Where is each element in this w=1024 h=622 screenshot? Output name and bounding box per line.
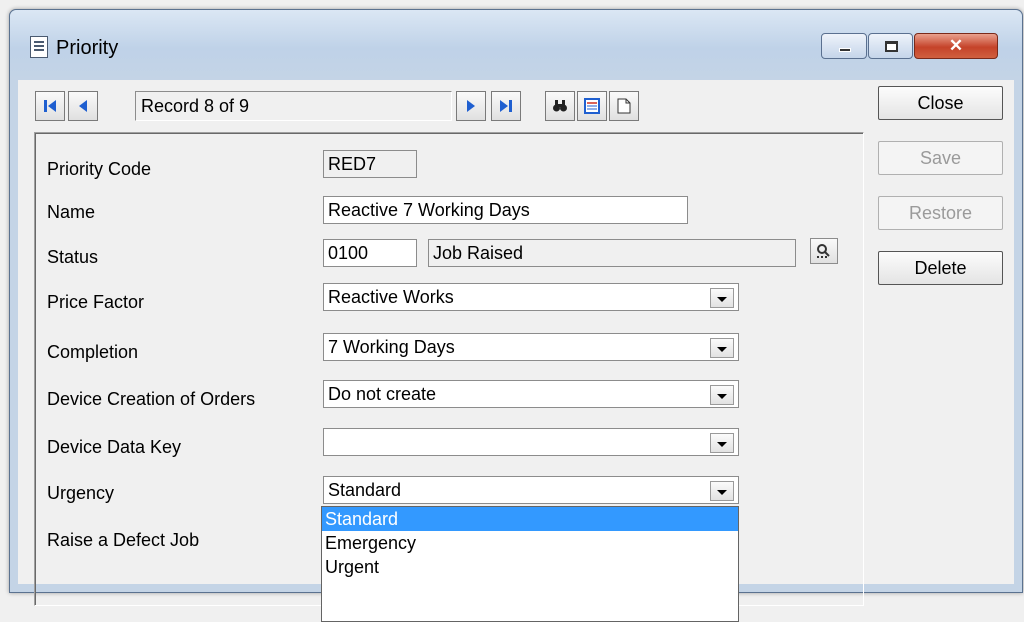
close-window-button[interactable]: ✕ bbox=[914, 33, 998, 59]
first-record-button[interactable] bbox=[35, 91, 65, 121]
chevron-down-icon[interactable] bbox=[710, 433, 734, 453]
urgency-label: Urgency bbox=[47, 483, 115, 503]
priority-code-field[interactable]: RED7 bbox=[323, 150, 417, 178]
chevron-down-icon[interactable] bbox=[710, 288, 734, 308]
new-record-icon bbox=[617, 98, 631, 114]
maximize-icon bbox=[885, 41, 898, 52]
minimize-button[interactable] bbox=[821, 33, 867, 59]
maximize-button[interactable] bbox=[868, 33, 913, 59]
minimize-icon bbox=[839, 48, 851, 52]
delete-button[interactable]: Delete bbox=[878, 251, 1003, 285]
find-button[interactable] bbox=[545, 91, 575, 121]
next-record-icon bbox=[467, 100, 475, 112]
raise-defect-label: Raise a Defect Job bbox=[47, 530, 200, 550]
next-record-button[interactable] bbox=[456, 91, 486, 121]
urgency-dropdown-list[interactable]: Standard Emergency Urgent bbox=[321, 506, 739, 622]
previous-record-icon bbox=[79, 100, 87, 112]
chevron-down-icon[interactable] bbox=[710, 481, 734, 501]
urgency-select[interactable]: Standard bbox=[323, 476, 739, 504]
status-description-field: Job Raised bbox=[428, 239, 796, 267]
form-icon bbox=[30, 36, 48, 58]
completion-value: 7 Working Days bbox=[328, 337, 455, 357]
close-icon: ✕ bbox=[948, 36, 964, 55]
completion-label: Completion bbox=[47, 342, 139, 362]
status-code-field[interactable]: 0100 bbox=[323, 239, 417, 267]
price-factor-value: Reactive Works bbox=[328, 287, 454, 307]
dropdown-option-emergency[interactable]: Emergency bbox=[322, 531, 738, 555]
device-creation-select[interactable]: Do not create bbox=[323, 380, 739, 408]
new-record-button[interactable] bbox=[609, 91, 639, 121]
priority-code-label: Priority Code bbox=[47, 159, 152, 179]
status-lookup-button[interactable] bbox=[810, 238, 838, 264]
device-data-key-select[interactable] bbox=[323, 428, 739, 456]
price-factor-label: Price Factor bbox=[47, 292, 145, 312]
device-data-key-label: Device Data Key bbox=[47, 437, 182, 457]
last-record-icon bbox=[500, 100, 512, 112]
status-label: Status bbox=[47, 247, 99, 267]
price-factor-select[interactable]: Reactive Works bbox=[323, 283, 739, 311]
find-icon bbox=[553, 100, 567, 112]
urgency-value: Standard bbox=[328, 480, 402, 500]
previous-record-button[interactable] bbox=[68, 91, 98, 121]
dropdown-option-standard[interactable]: Standard bbox=[322, 507, 738, 531]
restore-button[interactable]: Restore bbox=[878, 196, 1003, 230]
last-record-button[interactable] bbox=[491, 91, 521, 121]
lookup-icon bbox=[817, 244, 830, 258]
save-button[interactable]: Save bbox=[878, 141, 1003, 175]
record-indicator: Record 8 of 9 bbox=[135, 91, 452, 121]
list-view-icon bbox=[584, 98, 600, 114]
list-view-button[interactable] bbox=[577, 91, 607, 121]
chevron-down-icon[interactable] bbox=[710, 385, 734, 405]
name-label: Name bbox=[47, 202, 96, 222]
chevron-down-icon[interactable] bbox=[710, 338, 734, 358]
first-record-icon bbox=[44, 100, 56, 112]
close-button[interactable]: Close bbox=[878, 86, 1003, 120]
name-field[interactable]: Reactive 7 Working Days bbox=[323, 196, 688, 224]
completion-select[interactable]: 7 Working Days bbox=[323, 333, 739, 361]
title-bar[interactable]: Priority ✕ bbox=[10, 10, 1022, 80]
window-title: Priority bbox=[56, 37, 119, 59]
dropdown-option-urgent[interactable]: Urgent bbox=[322, 555, 738, 579]
device-creation-value: Do not create bbox=[328, 384, 437, 404]
device-creation-label: Device Creation of Orders bbox=[47, 389, 256, 409]
